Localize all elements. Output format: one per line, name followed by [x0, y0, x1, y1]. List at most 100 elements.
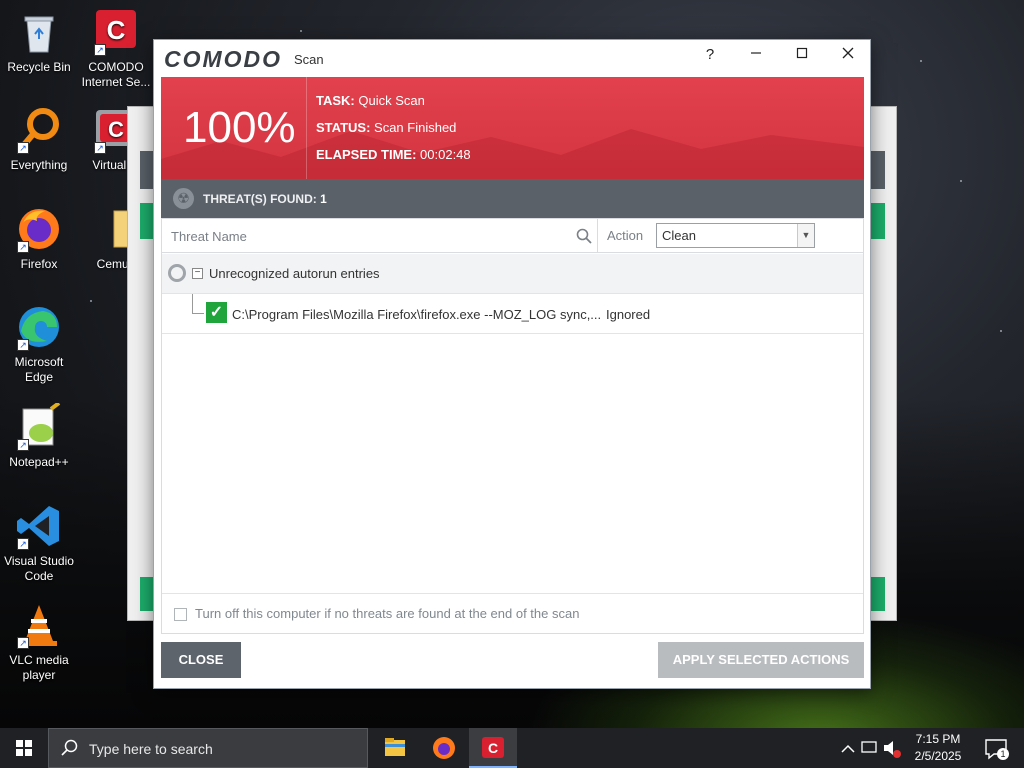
- threat-row[interactable]: ✓ C:\Program Files\Mozilla Firefox\firef…: [162, 294, 863, 334]
- desktop-icon-label: Recycle Bin: [7, 60, 71, 74]
- help-button[interactable]: ?: [688, 40, 732, 70]
- desktop-icon-comodo[interactable]: C ↗ COMODO Internet Se...: [78, 8, 154, 90]
- threat-group-row[interactable]: − Unrecognized autorun entries: [162, 254, 863, 294]
- desktop-icon-vscode[interactable]: ↗ Visual Studio Code: [1, 502, 77, 584]
- taskbar-comodo[interactable]: C: [469, 728, 517, 768]
- maximize-button[interactable]: [780, 40, 824, 70]
- scan-window[interactable]: COMODO Scan ? 100% TASK: Quick Scan STAT…: [153, 39, 871, 689]
- status-label: STATUS:: [316, 120, 371, 135]
- title-bar[interactable]: COMODO Scan ?: [154, 40, 870, 76]
- minimize-button[interactable]: [734, 40, 778, 70]
- desktop-icon-edge[interactable]: ↗ Microsoft Edge: [1, 303, 77, 385]
- clock-time: 7:15 PM: [915, 732, 961, 746]
- threats-found-bar: ☢ THREAT(S) FOUND: 1: [161, 179, 864, 218]
- tray-icons: [841, 741, 901, 758]
- taskbar-file-explorer[interactable]: [371, 728, 419, 768]
- task-label: TASK:: [316, 93, 355, 108]
- status-line: STATUS: Scan Finished: [316, 120, 456, 135]
- taskbar-search-input[interactable]: Type here to search: [48, 728, 368, 768]
- desktop-icon-label: Everything: [10, 158, 68, 172]
- shortcut-arrow-icon: ↗: [17, 142, 29, 154]
- search-icon[interactable]: [576, 228, 592, 244]
- recycle-bin-icon: [15, 8, 63, 56]
- minimize-icon: [751, 52, 761, 54]
- search-placeholder: Type here to search: [89, 741, 213, 757]
- threat-group-label: Unrecognized autorun entries: [209, 266, 380, 281]
- scan-progress-percent: 100%: [183, 103, 296, 152]
- start-button[interactable]: [0, 728, 48, 768]
- desktop-icon-firefox[interactable]: ↗ Firefox: [1, 205, 77, 272]
- task-line: TASK: Quick Scan: [316, 93, 425, 108]
- threat-list-header: Threat Name Action Clean ▼: [162, 219, 863, 253]
- threat-path: C:\Program Files\Mozilla Firefox\firefox…: [232, 307, 602, 322]
- apply-selected-actions-button[interactable]: APPLY SELECTED ACTIONS: [658, 642, 864, 678]
- svg-text:C: C: [107, 15, 126, 45]
- chevron-down-icon[interactable]: ▼: [797, 224, 814, 247]
- shortcut-arrow-icon: ↗: [17, 339, 29, 351]
- desktop-icon-recycle-bin[interactable]: Recycle Bin: [1, 8, 77, 75]
- edge-icon: ↗: [15, 303, 63, 351]
- shutdown-option-label: Turn off this computer if no threats are…: [195, 606, 580, 621]
- column-divider: [597, 219, 598, 253]
- column-threat-name[interactable]: Threat Name: [171, 229, 247, 244]
- shortcut-arrow-icon: ↗: [94, 44, 106, 56]
- threats-found-text: THREAT(S) FOUND: 1: [203, 192, 327, 206]
- notepadpp-icon: ↗: [15, 401, 63, 451]
- checkbox-checked[interactable]: ✓: [206, 302, 227, 323]
- elapsed-line: ELAPSED TIME: 00:02:48: [316, 147, 471, 162]
- vlc-icon: ↗: [15, 601, 63, 649]
- taskbar: Type here to search C 7:15 PM 2/5/2025 1: [0, 728, 1024, 768]
- chevron-up-icon: [841, 744, 855, 753]
- elapsed-value: 00:02:48: [420, 147, 471, 162]
- close-window-button[interactable]: [826, 40, 870, 70]
- shortcut-arrow-icon: ↗: [17, 538, 29, 550]
- comodo-icon: C ↗: [92, 8, 140, 56]
- firefox-icon: ↗: [15, 205, 63, 253]
- firefox-icon: [433, 737, 455, 759]
- gear-icon: [168, 264, 186, 282]
- taskbar-clock[interactable]: 7:15 PM 2/5/2025: [906, 731, 970, 765]
- window-title: Scan: [294, 52, 324, 67]
- radiation-icon: ☢: [173, 188, 194, 209]
- shortcut-arrow-icon: ↗: [17, 439, 29, 451]
- desktop-icon-label: VLC media player: [9, 653, 69, 682]
- desktop-icon-label: Visual Studio Code: [4, 554, 74, 583]
- threats-found-label: THREAT(S) FOUND:: [203, 192, 317, 206]
- banner-divider: [306, 77, 307, 179]
- threats-found-count: 1: [320, 192, 327, 206]
- shortcut-arrow-icon: ↗: [17, 241, 29, 253]
- close-button[interactable]: CLOSE: [161, 642, 241, 678]
- desktop-icon-vlc[interactable]: ↗ VLC media player: [1, 601, 77, 683]
- taskbar-firefox[interactable]: [420, 728, 468, 768]
- desktop-icon-label: Firefox: [20, 257, 58, 271]
- everything-search-icon: ↗: [15, 106, 63, 154]
- volume-icon: [884, 741, 893, 755]
- desktop-icon-notepadpp[interactable]: ↗ Notepad++: [1, 401, 77, 470]
- clock-date: 2/5/2025: [914, 749, 962, 763]
- notifications-button[interactable]: 1: [980, 728, 1016, 768]
- scan-status-banner: 100% TASK: Quick Scan STATUS: Scan Finis…: [161, 77, 864, 179]
- elapsed-label: ELAPSED TIME:: [316, 147, 417, 162]
- windows-logo-icon: [16, 740, 32, 756]
- comodo-icon: C: [482, 737, 504, 758]
- svg-text:C: C: [108, 117, 124, 142]
- collapse-toggle-icon[interactable]: −: [192, 268, 203, 279]
- column-action: Action: [607, 228, 644, 243]
- threat-list: Threat Name Action Clean ▼ − Unrecognize…: [161, 218, 864, 634]
- maximize-icon: [796, 47, 808, 59]
- notification-count: 1: [997, 748, 1009, 760]
- task-value: Quick Scan: [358, 93, 425, 108]
- svg-text:C: C: [488, 740, 498, 756]
- shortcut-arrow-icon: ↗: [94, 142, 106, 154]
- tree-connector: [192, 294, 204, 314]
- system-tray: [836, 728, 902, 768]
- desktop-icon-label: COMODO Internet Se...: [81, 60, 151, 89]
- action-select-value: Clean: [662, 228, 696, 243]
- desktop-icon-everything[interactable]: ↗ Everything: [1, 106, 77, 173]
- shutdown-option[interactable]: Turn off this computer if no threats are…: [162, 593, 863, 633]
- shutdown-checkbox[interactable]: [174, 608, 187, 621]
- action-select[interactable]: Clean ▼: [656, 223, 815, 248]
- notification-icon: [985, 739, 1007, 760]
- status-value: Scan Finished: [374, 120, 457, 135]
- desktop-icon-label: Microsoft Edge: [14, 355, 64, 384]
